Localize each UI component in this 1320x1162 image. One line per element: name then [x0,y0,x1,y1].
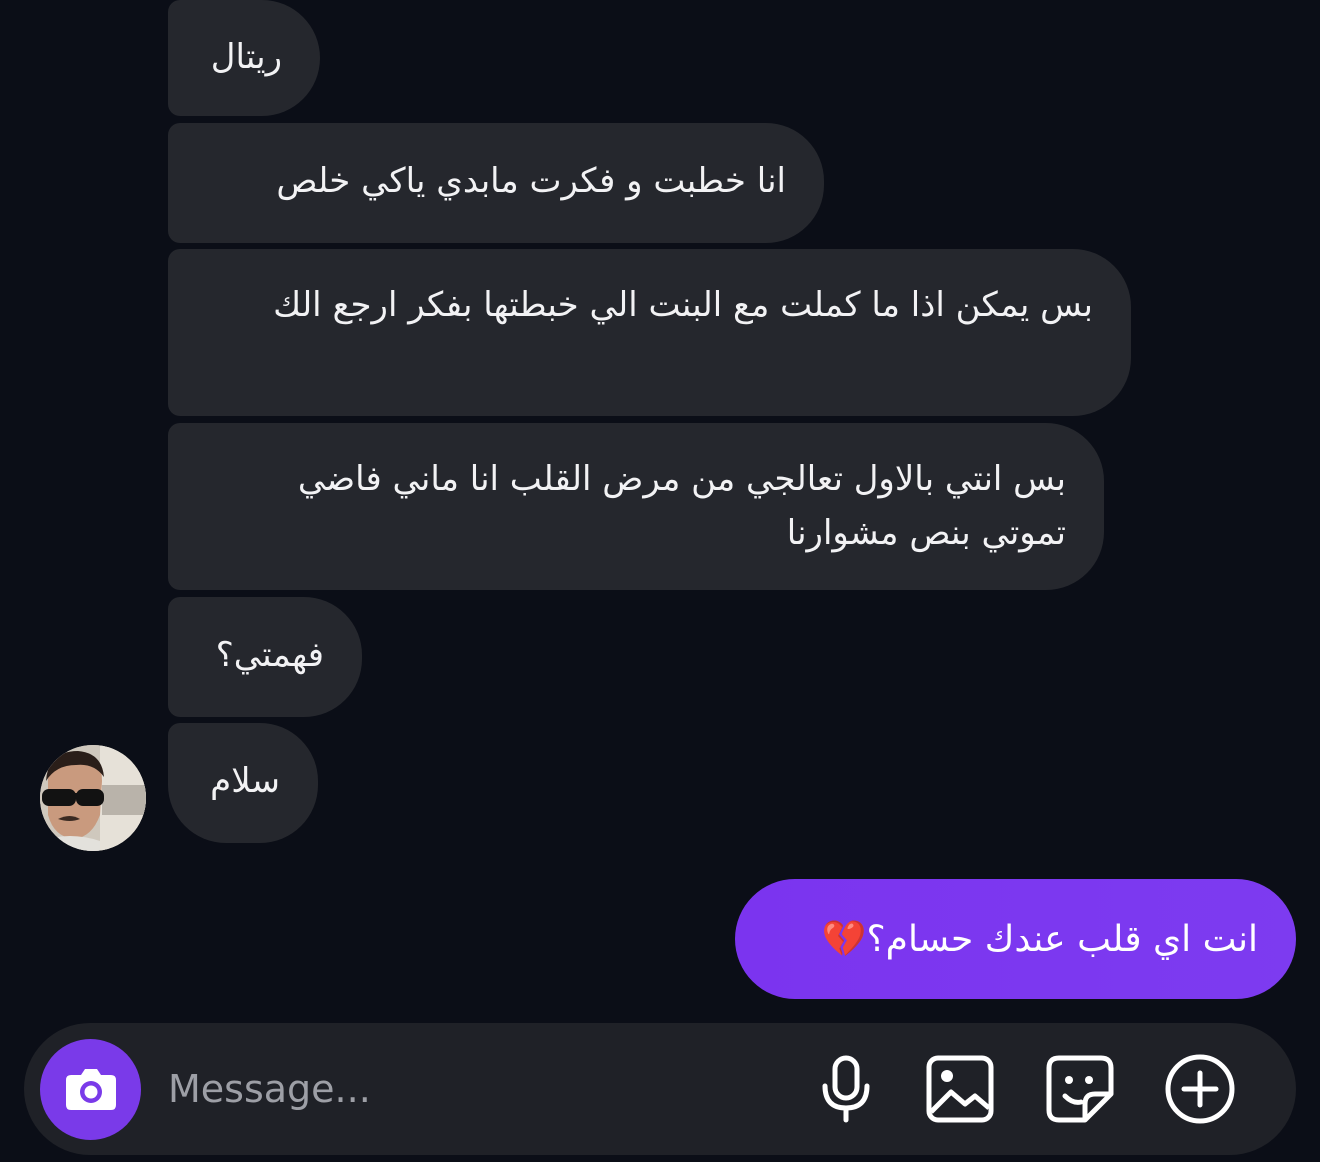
message-text: ريتال [210,37,282,77]
received-message[interactable]: انا خطبت و فكرت مابدي ياكي خلص [168,123,824,243]
gallery-icon [926,1055,994,1123]
received-message[interactable]: سلام [168,723,318,843]
message-input[interactable] [168,1059,688,1119]
camera-icon [65,1068,116,1110]
received-message[interactable]: بس يمكن اذا ما كملت مع البنت الي خبطتها … [168,249,1131,416]
received-message[interactable]: بس انتي بالاول تعالجي من مرض القلب انا م… [168,423,1104,590]
chat-screen: ريتال انا خطبت و فكرت مابدي ياكي خلص بس … [0,0,1320,1162]
camera-button[interactable] [40,1039,141,1140]
message-text: انا خطبت و فكرت مابدي ياكي خلص [276,161,786,201]
plus-icon [1165,1054,1235,1124]
message-text: سلام [210,761,280,801]
avatar-photo [40,745,146,851]
message-text: فهمتي؟ [215,635,324,675]
voice-message-button[interactable] [810,1053,882,1125]
received-message[interactable]: فهمتي؟ [168,597,362,717]
microphone-icon [822,1055,870,1123]
message-text: بس يمكن اذا ما كملت مع البنت الي خبطتها … [273,285,1093,325]
received-message[interactable]: ريتال [168,0,320,116]
message-text: بس انتي بالاول تعالجي من مرض القلب انا م… [297,459,1066,553]
message-composer [24,1023,1296,1155]
more-options-button[interactable] [1164,1053,1236,1125]
sticker-icon [1046,1055,1114,1123]
message-text: انت اي قلب عندك حسام؟💔 [821,919,1258,960]
sticker-button[interactable] [1044,1053,1116,1125]
gallery-button[interactable] [924,1053,996,1125]
avatar[interactable] [40,745,146,851]
sent-message[interactable]: انت اي قلب عندك حسام؟💔 [735,879,1296,999]
